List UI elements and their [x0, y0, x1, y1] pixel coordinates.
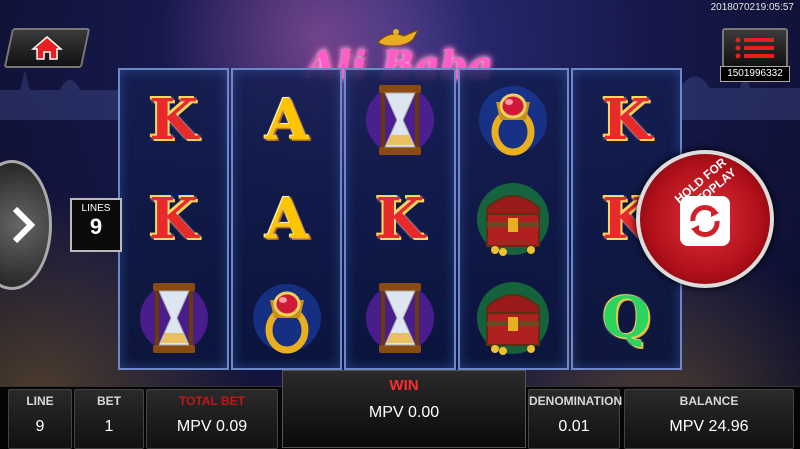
- symbol-letter: Q: [602, 285, 651, 352]
- symbol-letter: K: [149, 86, 198, 153]
- hourglass-icon: [126, 273, 222, 363]
- reel-1: KK: [118, 68, 230, 370]
- symbol-letter: A: [265, 86, 309, 153]
- total-bet-value: MPV 0.09: [176, 418, 248, 435]
- win-value: MPV 0.00: [368, 404, 440, 421]
- lines-value: 9: [89, 214, 103, 239]
- total-bet-cell: TOTAL BET MPV 0.09: [146, 389, 278, 449]
- chevron-right-icon: [12, 206, 35, 244]
- win-label: WIN: [389, 377, 419, 394]
- line-cell[interactable]: LINE 9: [8, 389, 72, 449]
- denomination-label: DENOMINATION: [529, 394, 623, 408]
- reel-4: [457, 68, 569, 370]
- reel-3: K: [344, 68, 456, 370]
- win-display: WIN MPV 0.00: [282, 370, 526, 448]
- symbol-k: K: [352, 174, 448, 264]
- balance-cell: BALANCE MPV 24.96: [624, 389, 794, 449]
- hourglass-icon: [352, 273, 448, 363]
- hourglass-icon: [352, 75, 448, 165]
- autoplay-button[interactable]: HOLD FOR AUTOPLAY: [636, 150, 774, 288]
- bet-cell[interactable]: BET 1: [74, 389, 144, 449]
- reels-grid: KKAAKKKQ: [118, 68, 683, 370]
- symbol-q: Q: [578, 273, 674, 363]
- denomination-value: 0.01: [558, 418, 590, 435]
- home-icon: [31, 36, 63, 60]
- symbol-a: A: [239, 75, 335, 165]
- refresh-icon: [680, 196, 730, 246]
- symbol-k: K: [126, 174, 222, 264]
- home-button[interactable]: [3, 28, 91, 68]
- balance-label: BALANCE: [679, 394, 739, 408]
- timestamp: 2018070219:05:57: [710, 2, 794, 13]
- line-value: 9: [35, 418, 45, 435]
- symbol-letter: A: [265, 185, 309, 252]
- total-bet-label: TOTAL BET: [179, 394, 245, 408]
- account-number: 1501996332: [720, 66, 790, 82]
- reel-2: AA: [231, 68, 343, 370]
- symbol-k: K: [578, 75, 674, 165]
- menu-icon: [735, 37, 774, 59]
- symbol-a: A: [239, 174, 335, 264]
- balance-value: MPV 24.96: [669, 418, 749, 435]
- bet-label: BET: [97, 394, 121, 408]
- lines-indicator: LINES 9: [70, 198, 122, 252]
- lines-label: LINES: [81, 203, 111, 214]
- symbol-k: K: [126, 75, 222, 165]
- menu-button[interactable]: [722, 28, 788, 68]
- denomination-cell[interactable]: DENOMINATION 0.01: [528, 389, 623, 449]
- bet-value: 1: [104, 418, 114, 435]
- treasure-chest-icon: [465, 174, 561, 264]
- treasure-chest-icon: [465, 273, 561, 363]
- ring-icon: [239, 273, 335, 363]
- symbol-letter: K: [602, 86, 651, 153]
- line-label: LINE: [26, 394, 54, 408]
- symbol-letter: K: [375, 185, 425, 252]
- symbol-letter: K: [149, 185, 198, 252]
- ring-icon: [465, 75, 561, 165]
